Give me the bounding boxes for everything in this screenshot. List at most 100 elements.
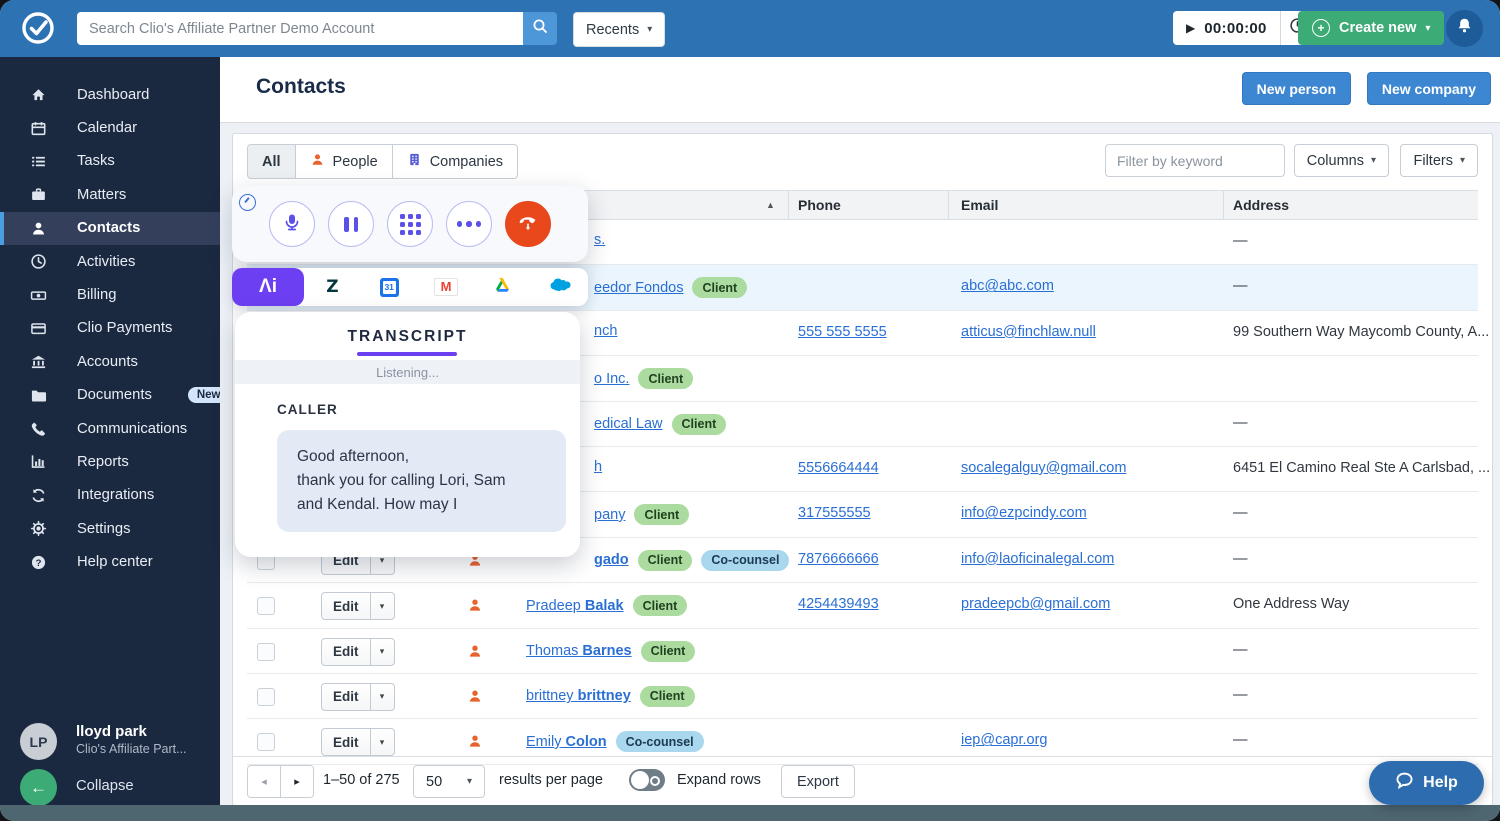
- edit-button[interactable]: Edit ▾: [321, 728, 395, 756]
- help-button[interactable]: Help: [1369, 761, 1484, 805]
- hold-call-button[interactable]: [328, 201, 374, 247]
- chevron-down-icon[interactable]: ▾: [370, 593, 394, 619]
- tab-companies[interactable]: Companies: [393, 145, 517, 178]
- email-link[interactable]: info@laoficinalegal.com: [961, 551, 1114, 567]
- tab-all[interactable]: All: [248, 145, 296, 178]
- next-page-button[interactable]: ▸: [281, 766, 313, 797]
- sidebar-item-calendar[interactable]: Calendar: [0, 111, 220, 144]
- briefcase-icon: [30, 186, 47, 203]
- email-link[interactable]: socalegalguy@gmail.com: [961, 460, 1126, 476]
- email-link[interactable]: iep@capr.org: [961, 732, 1047, 748]
- chevron-down-icon[interactable]: ▾: [370, 684, 394, 710]
- search-button[interactable]: [523, 12, 557, 45]
- phone-link[interactable]: 4254439493: [798, 596, 879, 612]
- new-person-button[interactable]: New person: [1242, 72, 1351, 105]
- zendesk-app-tab[interactable]: Z: [304, 277, 361, 297]
- email-link[interactable]: atticus@finchlaw.null: [961, 324, 1096, 340]
- contact-name-link[interactable]: o Inc.: [594, 371, 629, 387]
- sidebar-item-activities[interactable]: Activities: [0, 245, 220, 278]
- search-input[interactable]: [77, 12, 523, 45]
- caller-label: CALLER: [277, 402, 338, 417]
- contact-name-link[interactable]: eedor Fondos: [594, 280, 683, 296]
- phone-link[interactable]: 5556664444: [798, 460, 879, 476]
- contact-type-tabs: All People Companies: [247, 144, 518, 179]
- contact-name-link[interactable]: pany: [594, 507, 625, 523]
- sidebar-item-matters[interactable]: Matters: [0, 178, 220, 211]
- mute-microphone-button[interactable]: [269, 201, 315, 247]
- dialpad-button[interactable]: [387, 201, 433, 247]
- contact-name-link[interactable]: Thomas Barnes: [526, 643, 632, 659]
- row-checkbox[interactable]: [257, 643, 275, 661]
- edit-button[interactable]: Edit ▾: [321, 683, 395, 711]
- sidebar-item-contacts[interactable]: Contacts: [0, 212, 220, 245]
- row-checkbox[interactable]: [257, 733, 275, 751]
- contact-name-link[interactable]: gado: [594, 552, 629, 568]
- salesforce-app-tab[interactable]: [531, 275, 588, 299]
- call-controls: [232, 186, 588, 262]
- question-icon: ?: [30, 554, 47, 571]
- contact-name-link[interactable]: Pradeep Balak: [526, 598, 624, 614]
- gmail-app-tab[interactable]: M: [418, 278, 475, 296]
- column-header-email[interactable]: Email: [961, 191, 998, 219]
- page-size-select[interactable]: 50▾: [413, 765, 485, 798]
- sidebar-item-settings[interactable]: Settings: [0, 512, 220, 545]
- contact-name-link[interactable]: s.: [594, 232, 605, 248]
- sidebar-item-reports[interactable]: Reports: [0, 445, 220, 478]
- contact-name-link[interactable]: edical Law: [594, 416, 663, 432]
- tab-people[interactable]: People: [296, 145, 393, 178]
- phone-link[interactable]: 317555555: [798, 505, 871, 521]
- sidebar-item-integrations[interactable]: Integrations: [0, 479, 220, 512]
- sidebar-item-communications[interactable]: Communications: [0, 412, 220, 445]
- address-cell: One Address Way: [1233, 596, 1349, 612]
- hang-up-button[interactable]: [505, 201, 551, 247]
- sidebar-item-tasks[interactable]: Tasks: [0, 145, 220, 178]
- contact-name-link[interactable]: brittney brittney: [526, 688, 631, 704]
- new-company-button[interactable]: New company: [1367, 72, 1491, 105]
- export-button[interactable]: Export: [781, 765, 855, 798]
- address-cell: 99 Southern Way Maycomb County, A...: [1233, 324, 1489, 340]
- sidebar-item-help-center[interactable]: ? Help center: [0, 545, 220, 578]
- email-link[interactable]: pradeepcb@gmail.com: [961, 596, 1110, 612]
- collapse-button[interactable]: ←: [20, 769, 57, 806]
- sidebar-item-billing[interactable]: Billing: [0, 278, 220, 311]
- collapse-label[interactable]: Collapse: [76, 778, 134, 794]
- email-link[interactable]: info@ezpcindy.com: [961, 505, 1087, 521]
- google-calendar-app-tab[interactable]: 31: [361, 278, 418, 297]
- timer-start-button[interactable]: ▶ 00:00:00: [1173, 11, 1280, 45]
- sidebar-item-dashboard[interactable]: Dashboard: [0, 78, 220, 111]
- clock-icon: [30, 253, 47, 270]
- columns-dropdown[interactable]: Columns▾: [1294, 144, 1389, 177]
- email-link[interactable]: abc@abc.com: [961, 278, 1054, 294]
- expand-rows-toggle[interactable]: [629, 769, 665, 791]
- create-new-button[interactable]: + Create new ▾: [1298, 11, 1444, 45]
- phone-link[interactable]: 7876666666: [798, 551, 879, 567]
- row-checkbox[interactable]: [257, 688, 275, 706]
- chevron-down-icon[interactable]: ▾: [370, 729, 394, 755]
- chevron-down-icon[interactable]: ▾: [370, 639, 394, 665]
- notifications-button[interactable]: [1446, 10, 1483, 47]
- sidebar-item-documents[interactable]: Documents New: [0, 379, 220, 412]
- contact-name-link[interactable]: h: [594, 459, 602, 475]
- filter-keyword-input[interactable]: [1105, 144, 1285, 177]
- column-header-phone[interactable]: Phone: [798, 191, 841, 219]
- edit-button[interactable]: Edit ▾: [321, 638, 395, 666]
- ai-app-tab[interactable]: Λi: [232, 268, 304, 306]
- phone-link[interactable]: 555 555 5555: [798, 324, 887, 340]
- row-checkbox[interactable]: [257, 597, 275, 615]
- user-avatar[interactable]: LP: [20, 723, 57, 760]
- recents-dropdown[interactable]: Recents ▾: [573, 12, 665, 47]
- widget-handle-icon[interactable]: [239, 194, 256, 211]
- sidebar-item-clio-payments[interactable]: Clio Payments: [0, 312, 220, 345]
- person-icon: [467, 688, 483, 704]
- contact-name-link[interactable]: Emily Colon: [526, 734, 607, 750]
- contact-name-link[interactable]: nch: [594, 323, 617, 339]
- more-options-button[interactable]: [446, 201, 492, 247]
- edit-button[interactable]: Edit ▾: [321, 592, 395, 620]
- clio-logo-icon[interactable]: [18, 8, 58, 48]
- column-header-address[interactable]: Address: [1233, 191, 1289, 219]
- filters-dropdown[interactable]: Filters▾: [1400, 144, 1478, 177]
- previous-page-button[interactable]: ◂: [248, 766, 281, 797]
- sidebar-item-accounts[interactable]: Accounts: [0, 345, 220, 378]
- page-title: Contacts: [256, 75, 346, 99]
- google-drive-app-tab[interactable]: [474, 276, 531, 299]
